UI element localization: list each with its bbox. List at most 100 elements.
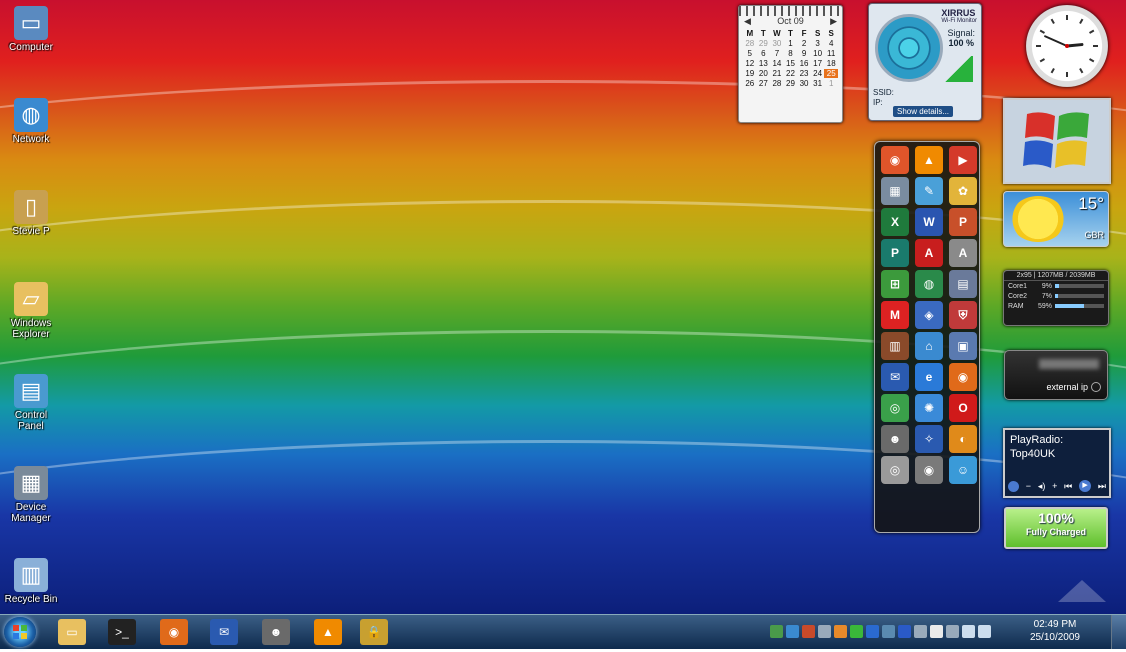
powerpoint-icon[interactable]: P <box>949 208 977 236</box>
show-desktop-button[interactable] <box>1111 615 1126 649</box>
desktop-icon-device-manager[interactable]: ▦ Device Manager <box>4 466 58 524</box>
tray-shield-icon[interactable] <box>802 625 815 638</box>
calendar-prev-button[interactable]: ◀ <box>744 16 751 27</box>
calendar-day[interactable]: 3 <box>811 39 825 48</box>
windows-live-icon[interactable]: ⊞ <box>881 270 909 298</box>
notepad-icon[interactable]: ✎ <box>915 177 943 205</box>
opera-icon[interactable]: O <box>949 394 977 422</box>
tray-printer-icon[interactable] <box>914 625 927 638</box>
calendar-day[interactable]: 4 <box>824 39 838 48</box>
calendar-day[interactable]: 1 <box>824 79 838 88</box>
wifi-monitor-gadget[interactable]: XIRRUS Wi-Fi Monitor Signal: 100 % SSID:… <box>868 3 982 121</box>
tray-status-icon[interactable] <box>850 625 863 638</box>
desktop-icon-stevie-p[interactable]: ▯ Stevie P <box>4 190 58 237</box>
tray-flag-icon[interactable] <box>930 625 943 638</box>
radio-gadget[interactable]: PlayRadio: Top40UK − ◂) + ⏮ ▶ ⏭ <box>1003 428 1111 498</box>
thunderbird-icon[interactable]: ✉ <box>881 363 909 391</box>
malwarebytes-icon[interactable]: M <box>881 301 909 329</box>
external-ip-gadget[interactable]: external ip <box>1004 350 1108 400</box>
calendar-day[interactable]: 16 <box>797 59 811 68</box>
next-icon[interactable]: ⏭ <box>1098 481 1106 492</box>
volume-down-icon[interactable]: − <box>1026 481 1031 491</box>
taskbar-vlc[interactable]: ▲ <box>314 619 342 645</box>
desktop-icon-recycle-bin[interactable]: ▥ Recycle Bin <box>4 558 58 605</box>
calendar-day[interactable]: 15 <box>784 59 798 68</box>
desktop-icon-computer[interactable]: ▭ Computer <box>4 6 58 53</box>
taskbar-cmd[interactable]: >_ <box>108 619 136 645</box>
calendar-day[interactable]: 29 <box>784 79 798 88</box>
firefox-app-icon[interactable]: ◉ <box>881 146 909 174</box>
desktop-icon-network[interactable]: ◍ Network <box>4 98 58 145</box>
network-map-icon[interactable]: ⌂ <box>915 332 943 360</box>
calendar-day[interactable]: 14 <box>770 59 784 68</box>
refresh-icon[interactable] <box>1091 382 1101 392</box>
taskbar-spy[interactable]: ☻ <box>262 619 290 645</box>
weather-gadget[interactable]: 15° GBR <box>1003 191 1109 247</box>
calendar-day[interactable]: 12 <box>743 59 757 68</box>
calendar-day[interactable]: 30 <box>770 39 784 48</box>
desktop-icon-windows-explorer[interactable]: ▱ Windows Explorer <box>4 282 58 340</box>
flock-icon[interactable]: ✧ <box>915 425 943 453</box>
messenger-icon[interactable]: ☺ <box>949 456 977 484</box>
access-icon[interactable]: A <box>949 239 977 267</box>
word-icon[interactable]: W <box>915 208 943 236</box>
disc-icon[interactable]: ◉ <box>915 456 943 484</box>
tray-bluetooth-icon[interactable] <box>898 625 911 638</box>
calendar-day[interactable]: 13 <box>757 59 771 68</box>
calendar-day[interactable]: 7 <box>770 49 784 58</box>
display-icon[interactable]: ▣ <box>949 332 977 360</box>
calendar-day[interactable]: 21 <box>770 69 784 78</box>
previous-icon[interactable]: ⏮ <box>1064 481 1072 492</box>
taskbar-clock[interactable]: 02:49 PM 25/10/2009 <box>1030 618 1080 644</box>
calendar-day[interactable]: 9 <box>797 49 811 58</box>
tray-volume-icon[interactable] <box>978 625 991 638</box>
ie-icon[interactable]: e <box>915 363 943 391</box>
publisher-icon[interactable]: P <box>881 239 909 267</box>
calendar-day[interactable]: 25 <box>824 69 838 78</box>
calendar-day[interactable]: 6 <box>757 49 771 58</box>
calendar-day[interactable]: 22 <box>784 69 798 78</box>
task-manager-icon[interactable]: ▤ <box>949 270 977 298</box>
calendar-day[interactable]: 23 <box>797 69 811 78</box>
calendar-day[interactable]: 30 <box>797 79 811 88</box>
calendar-next-button[interactable]: ▶ <box>830 16 837 27</box>
calculator-icon[interactable]: ▦ <box>881 177 909 205</box>
firefox-icon[interactable]: ◉ <box>949 363 977 391</box>
calendar-day[interactable]: 28 <box>770 79 784 88</box>
tray-globe-icon[interactable] <box>786 625 799 638</box>
taskbar-firefox[interactable]: ◉ <box>160 619 188 645</box>
tray-display-icon[interactable] <box>882 625 895 638</box>
firewall-icon[interactable]: ▥ <box>881 332 909 360</box>
cpu-meter-gadget[interactable]: 2x95 | 1207MB / 2039MB Core1 9% Core2 7% RAM… <box>1003 270 1109 326</box>
calendar-day[interactable]: 11 <box>824 49 838 58</box>
vlc-stream-icon[interactable]: ◐ <box>949 425 977 453</box>
tray-windows-live-icon[interactable] <box>770 625 783 638</box>
vlc-icon[interactable]: ▲ <box>915 146 943 174</box>
tray-monitor-icon[interactable] <box>866 625 879 638</box>
calendar-day[interactable]: 20 <box>757 69 771 78</box>
calendar-day[interactable]: 27 <box>757 79 771 88</box>
calendar-day[interactable]: 29 <box>757 39 771 48</box>
calendar-day[interactable]: 5 <box>743 49 757 58</box>
media-player-icon[interactable]: ▶ <box>949 146 977 174</box>
info-icon[interactable] <box>1008 480 1019 492</box>
calendar-day[interactable]: 17 <box>811 59 825 68</box>
safari-icon[interactable]: ✺ <box>915 394 943 422</box>
battery-gadget[interactable]: 100% Fully Charged <box>1004 507 1108 549</box>
calendar-day[interactable]: 1 <box>784 39 798 48</box>
desktop-icon-control-panel[interactable]: ▤ Control Panel <box>4 374 58 432</box>
paint-icon[interactable]: ✿ <box>949 177 977 205</box>
excel-icon[interactable]: X <box>881 208 909 236</box>
tray-network-icon[interactable] <box>818 625 831 638</box>
shield-icon[interactable]: ⛨ <box>949 301 977 329</box>
volume-icon[interactable]: ◂) <box>1038 481 1046 492</box>
security-center-icon[interactable]: ◈ <box>915 301 943 329</box>
tray-flame-icon[interactable] <box>834 625 847 638</box>
calendar-day[interactable]: 8 <box>784 49 798 58</box>
calendar-day[interactable]: 28 <box>743 39 757 48</box>
taskbar-thunderbird[interactable]: ✉ <box>210 619 238 645</box>
taskbar-explorer[interactable]: ▭ <box>58 619 86 645</box>
calendar-gadget[interactable]: ◀ Oct 09 ▶ M T W T F S S 28 29 30 1 2 3 4 5 6 7 8 9 10 11 12 1… <box>738 5 843 123</box>
webcam-icon[interactable]: ◎ <box>881 456 909 484</box>
spy-icon[interactable]: ☻ <box>881 425 909 453</box>
